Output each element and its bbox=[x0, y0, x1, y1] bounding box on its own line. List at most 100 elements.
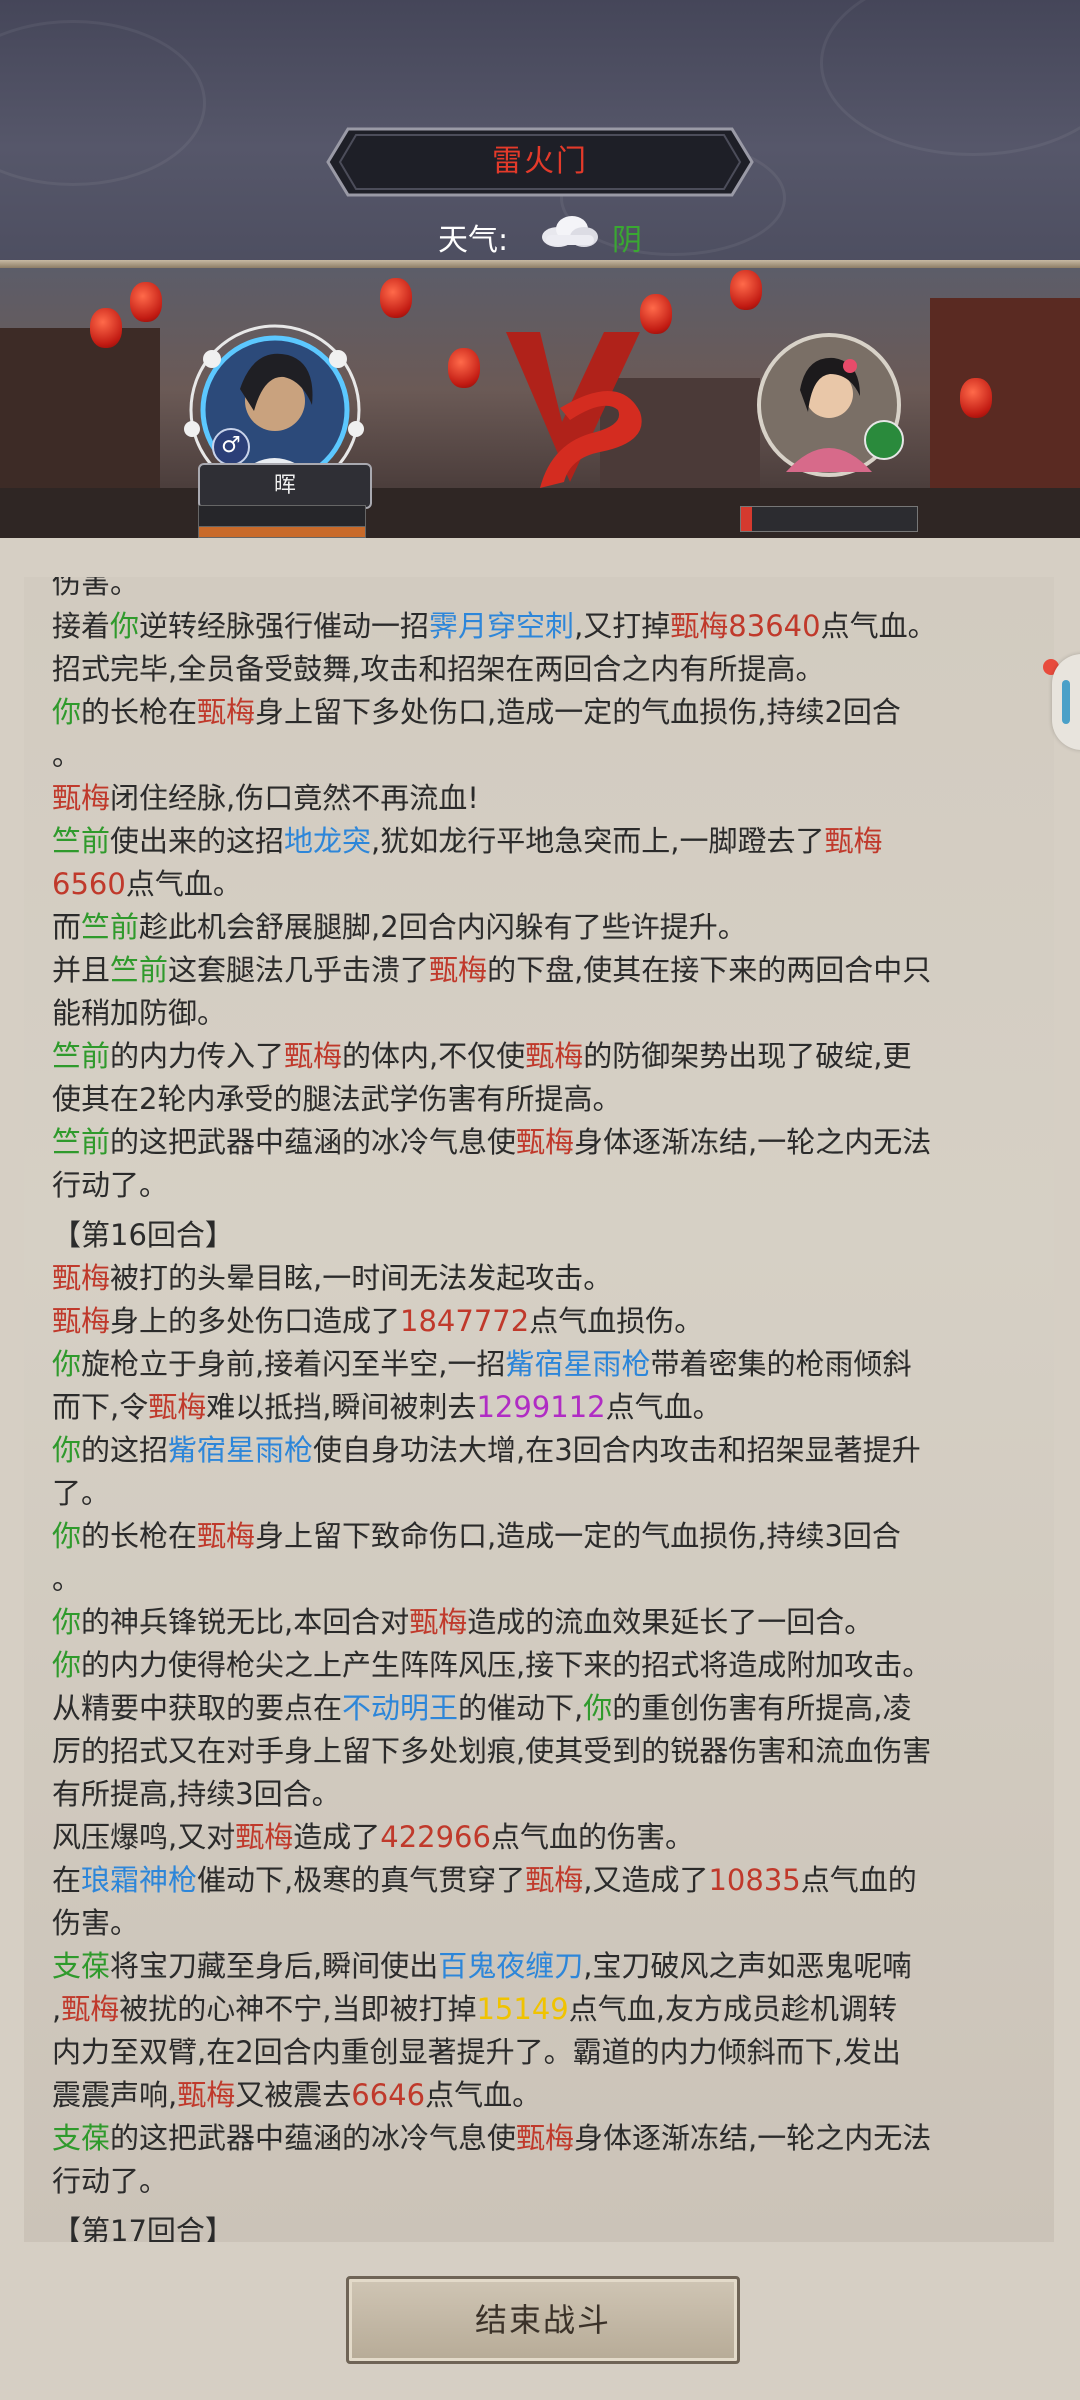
log-segment: 点气血的 bbox=[800, 1863, 917, 1897]
log-segment: ,又造成了 bbox=[583, 1863, 709, 1897]
sect-name: 雷火门 bbox=[492, 144, 588, 179]
log-segment: 的这把武器中蕴涵的冰冷气息使 bbox=[110, 1125, 517, 1159]
log-line: 竺前使出来的这招地龙突,犹如龙行平地急突而上,一脚蹬去了甄梅 bbox=[52, 820, 1042, 863]
side-drawer-handle[interactable] bbox=[1052, 654, 1080, 750]
log-segment: 的体内,不仅使 bbox=[342, 1039, 526, 1073]
battle-header: 雷火门 天气: 阴 bbox=[0, 0, 1080, 268]
log-segment: 闭住经脉,伤口竟然不再流血! bbox=[110, 781, 479, 815]
log-segment: 被打的头晕目眩,一时间无法发起攻击。 bbox=[110, 1261, 613, 1295]
header-decoration bbox=[820, 0, 1080, 156]
log-line: 而下,令甄梅难以抵挡,瞬间被刺去1299112点气血。 bbox=[52, 1386, 1042, 1429]
log-line: 伤害。 bbox=[52, 577, 1042, 605]
log-segment: 甄梅 bbox=[235, 1820, 294, 1854]
log-segment: 造成的流血效果延长了一回合。 bbox=[467, 1605, 874, 1639]
log-segment: 带着密集的枪雨倾斜 bbox=[650, 1347, 912, 1381]
lantern bbox=[130, 282, 162, 322]
log-segment: 甄梅 bbox=[516, 1125, 575, 1159]
log-segment: 1299112 bbox=[476, 1390, 606, 1424]
log-segment: 身体逐渐冻结,一轮之内无法 bbox=[574, 2121, 932, 2155]
cloud-icon bbox=[542, 216, 598, 247]
log-segment: 甄梅 bbox=[197, 1519, 256, 1553]
log-segment: 而 bbox=[52, 910, 82, 944]
log-segment: 有所提高,持续3回合。 bbox=[52, 1777, 341, 1811]
log-segment: 了。 bbox=[52, 1476, 111, 1510]
log-line: 震震声响,甄梅又被震去6646点气血。 bbox=[52, 2074, 1042, 2117]
log-segment: 甄梅 bbox=[429, 953, 488, 987]
log-line: 招式完毕,全员备受鼓舞,攻击和招架在两回合之内有所提高。 bbox=[52, 648, 1042, 691]
log-line: 在琅霜神枪催动下,极寒的真气贯穿了甄梅,又造成了10835点气血的 bbox=[52, 1859, 1042, 1902]
log-line: 。 bbox=[52, 1558, 1042, 1601]
log-line: 而竺前趁此机会舒展腿脚,2回合内闪躲有了些许提升。 bbox=[52, 906, 1042, 949]
log-segment: 的内力使得枪尖之上产生阵阵风压,接下来的招式将造成附加攻击。 bbox=[81, 1648, 932, 1682]
log-line: 厉的招式又在对手身上留下多处划痕,使其受到的锐器伤害和流血伤害 bbox=[52, 1730, 1042, 1773]
log-line: 行动了。 bbox=[52, 2160, 1042, 2203]
log-segment: 身上留下多处伤口,造成一定的气血损伤,持续2回合 bbox=[255, 695, 901, 729]
log-segment: 并且 bbox=[52, 953, 111, 987]
end-battle-button[interactable]: 结束战斗 bbox=[346, 2276, 740, 2364]
log-segment: 甄梅 bbox=[52, 781, 111, 815]
weather-row: 天气: 阴 bbox=[0, 207, 1080, 258]
log-segment: 你 bbox=[52, 1347, 82, 1381]
log-segment: 甄梅 bbox=[525, 1039, 584, 1073]
log-segment: 震震声响, bbox=[52, 2078, 178, 2112]
log-segment: ,宝刀破风之声如恶鬼呢喃 bbox=[583, 1949, 912, 1983]
log-segment: 竺前 bbox=[52, 1039, 111, 1073]
drawer-handle-icon bbox=[1062, 680, 1070, 724]
log-segment: ,又打掉 bbox=[574, 609, 671, 643]
log-segment: 使出来的这招 bbox=[110, 824, 285, 858]
log-segment: 支葆 bbox=[52, 2121, 111, 2155]
log-line: 伤害。 bbox=[52, 1902, 1042, 1945]
log-line: 你的内力使得枪尖之上产生阵阵风压,接下来的招式将造成附加攻击。 bbox=[52, 1644, 1042, 1687]
log-segment: 【第17回合】 bbox=[52, 2214, 234, 2242]
log-segment: 甄梅 bbox=[177, 2078, 236, 2112]
log-segment: 身上的多处伤口造成了 bbox=[110, 1304, 401, 1338]
log-line: 甄梅身上的多处伤口造成了1847772点气血损伤。 bbox=[52, 1300, 1042, 1343]
log-segment: 难以抵挡,瞬间被刺去 bbox=[206, 1390, 477, 1424]
log-segment: 又被震去 bbox=[235, 2078, 352, 2112]
log-segment: 行动了。 bbox=[52, 2164, 169, 2198]
log-segment: 。 bbox=[52, 1562, 82, 1596]
log-segment: 你 bbox=[52, 1519, 82, 1553]
log-segment: 逆转经脉强行催动一招 bbox=[139, 609, 430, 643]
log-segment: 你 bbox=[583, 1691, 613, 1725]
log-segment: 竺前 bbox=[52, 824, 111, 858]
log-line: 接着你逆转经脉强行催动一招霁月穿空刺,又打掉甄梅83640点气血。 bbox=[52, 605, 1042, 648]
log-segment: 点气血损伤。 bbox=[529, 1304, 704, 1338]
log-segment: 你 bbox=[52, 1648, 82, 1682]
log-line: 支葆的这把武器中蕴涵的冰冷气息使甄梅身体逐渐冻结,一轮之内无法 bbox=[52, 2117, 1042, 2160]
log-segment: 。 bbox=[52, 738, 82, 772]
log-segment: 甄梅 bbox=[52, 1261, 111, 1295]
log-segment: 甄梅 bbox=[52, 1304, 111, 1338]
log-segment: 行动了。 bbox=[52, 1168, 169, 1202]
lantern bbox=[730, 270, 762, 310]
log-segment: 在 bbox=[52, 1863, 82, 1897]
log-segment: 点气血,友方成员趁机调转 bbox=[568, 1992, 897, 2026]
log-segment: 的长枪在 bbox=[81, 1519, 198, 1553]
log-segment: 不动明王 bbox=[342, 1691, 459, 1725]
log-segment: 【第16回合】 bbox=[52, 1218, 234, 1252]
player-hp-bar bbox=[198, 505, 366, 527]
log-segment: 接着 bbox=[52, 609, 111, 643]
log-segment: 83640 bbox=[728, 609, 821, 643]
battle-log-panel[interactable]: 伤害。 接着你逆转经脉强行催动一招霁月穿空刺,又打掉甄梅83640点气血。 招式完毕… bbox=[24, 577, 1054, 2242]
log-segment: 招式完毕,全员备受鼓舞,攻击和招架在两回合之内有所提高。 bbox=[52, 652, 825, 686]
player-energy-bar bbox=[198, 526, 366, 538]
log-segment: 甄梅 bbox=[284, 1039, 343, 1073]
log-line: 从精要中获取的要点在不动明王的催动下,你的重创伤害有所提高,凌 bbox=[52, 1687, 1042, 1730]
sword-icon bbox=[864, 420, 904, 460]
log-segment: 你 bbox=[52, 695, 82, 729]
log-segment: 的重创伤害有所提高,凌 bbox=[612, 1691, 912, 1725]
log-segment: 霁月穿空刺 bbox=[429, 609, 575, 643]
round-header: 【第16回合】 bbox=[52, 1214, 1042, 1257]
log-segment: ,犹如龙行平地急突而上,一脚蹬去了 bbox=[371, 824, 825, 858]
log-line: 内力至双臂,在2回合内重创显著提升了。霸道的内力倾斜而下,发出 bbox=[52, 2031, 1042, 2074]
log-segment: 身上留下致命伤口,造成一定的气血损伤,持续3回合 bbox=[255, 1519, 901, 1553]
log-line: 并且竺前这套腿法几乎击溃了甄梅的下盘,使其在接下来的两回合中只 bbox=[52, 949, 1042, 992]
log-segment: 从精要中获取的要点在 bbox=[52, 1691, 343, 1725]
log-segment: 催动下,极寒的真气贯穿了 bbox=[197, 1863, 526, 1897]
ground bbox=[0, 488, 1080, 538]
log-segment: 甄梅 bbox=[516, 2121, 575, 2155]
log-segment: 的神兵锋锐无比,本回合对 bbox=[81, 1605, 410, 1639]
log-segment: 竺前 bbox=[110, 953, 169, 987]
log-line: 你的长枪在甄梅身上留下多处伤口,造成一定的气血损伤,持续2回合 bbox=[52, 691, 1042, 734]
